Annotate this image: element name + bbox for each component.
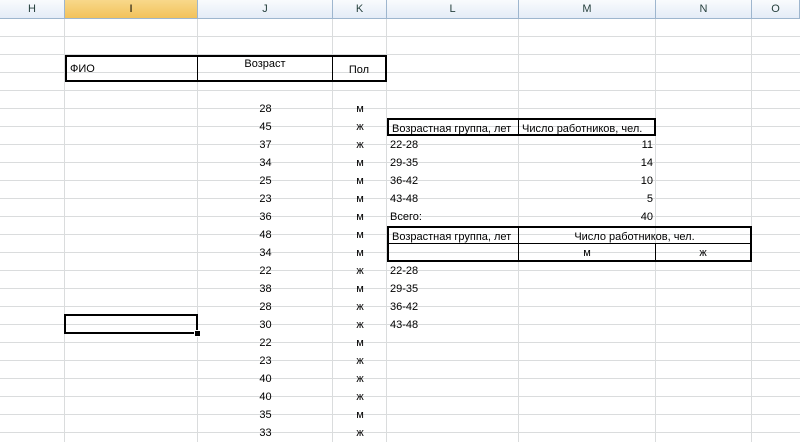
summary-header-count[interactable]: Число работников, чел. [519,118,656,136]
column-header-o[interactable]: O [752,0,800,19]
summary-total-value[interactable]: 40 [519,208,656,226]
summary-header-group[interactable]: Возрастная группа, лет [387,118,519,136]
age-value[interactable]: 23 [198,190,333,208]
age-value[interactable]: 28 [198,100,333,118]
sex-value[interactable]: м [333,208,387,226]
age-value[interactable]: 36 [198,208,333,226]
column-header-m[interactable]: M [519,0,656,19]
gender-group[interactable]: 43-48 [387,316,519,334]
sex-value[interactable]: м [333,244,387,262]
gender-group[interactable]: 36-42 [387,298,519,316]
summary-group[interactable]: 36-42 [387,172,519,190]
age-value[interactable]: 28 [198,298,333,316]
grid-row-line [0,36,800,37]
age-value[interactable]: 40 [198,388,333,406]
age-value[interactable]: 34 [198,244,333,262]
sex-value[interactable]: ж [333,352,387,370]
column-header-k[interactable]: K [333,0,387,19]
age-value[interactable]: 34 [198,154,333,172]
gender-header-count[interactable]: Число работников, чел. [519,226,752,244]
age-value[interactable]: 33 [198,424,333,442]
summary-count[interactable]: 10 [519,172,656,190]
sex-value[interactable]: ж [333,136,387,154]
gender-header-female[interactable]: ж [656,244,752,262]
column-header-n[interactable]: N [656,0,752,19]
sex-value[interactable]: ж [333,388,387,406]
grid-row-line [0,396,800,397]
sex-value[interactable]: ж [333,424,387,442]
age-value[interactable]: 45 [198,118,333,136]
sex-value[interactable]: ж [333,262,387,280]
sex-value[interactable]: м [333,226,387,244]
summary-group[interactable]: 22-28 [387,136,519,154]
grid-row-line [0,360,800,361]
header-sex[interactable]: Пол [333,55,387,82]
age-value[interactable]: 22 [198,262,333,280]
gender-header-group[interactable]: Возрастная группа, лет [387,226,519,244]
summary-count[interactable]: 14 [519,154,656,172]
column-header-i[interactable]: I [65,0,198,19]
age-value[interactable]: 37 [198,136,333,154]
sex-value[interactable]: м [333,154,387,172]
age-value[interactable]: 35 [198,406,333,424]
sex-value[interactable]: ж [333,370,387,388]
sex-value[interactable]: м [333,172,387,190]
gender-header-male[interactable]: м [519,244,656,262]
age-value[interactable]: 22 [198,334,333,352]
sex-value[interactable]: м [333,280,387,298]
summary-group[interactable]: 29-35 [387,154,519,172]
summary-count[interactable]: 11 [519,136,656,154]
summary-total-label[interactable]: Всего: [387,208,519,226]
sex-value[interactable]: ж [333,298,387,316]
age-value[interactable]: 40 [198,370,333,388]
grid-row-line [0,90,800,91]
age-value[interactable]: 48 [198,226,333,244]
column-header-j[interactable]: J [198,0,333,19]
grid-row-line [0,378,800,379]
active-cell-selection[interactable] [64,314,198,334]
sex-value[interactable]: м [333,190,387,208]
summary-count[interactable]: 5 [519,190,656,208]
gender-group[interactable]: 29-35 [387,280,519,298]
sex-value[interactable]: ж [333,118,387,136]
column-header-l[interactable]: L [387,0,519,19]
sex-value[interactable]: м [333,100,387,118]
gender-group[interactable]: 22-28 [387,262,519,280]
spreadsheet-grid[interactable]: HIJKLMNO ФИО Возраст Пол 28 м 45 ж 37 ж 34 м 25 м 23 м… [0,0,800,442]
age-value[interactable]: 38 [198,280,333,298]
grid-row-line [0,432,800,433]
grid-row-line [0,414,800,415]
sex-value[interactable]: м [333,334,387,352]
sex-value[interactable]: м [333,406,387,424]
age-value[interactable]: 25 [198,172,333,190]
age-value[interactable]: 30 [198,316,333,334]
age-value[interactable]: 23 [198,352,333,370]
summary-group[interactable]: 43-48 [387,190,519,208]
sex-value[interactable]: ж [333,316,387,334]
grid-row-line [0,108,800,109]
column-header-h[interactable]: H [0,0,65,19]
fill-handle[interactable] [194,330,201,337]
header-fio[interactable]: ФИО [65,55,198,82]
grid-row-line [0,342,800,343]
header-age[interactable]: Возраст [198,55,333,82]
gender-header-blank[interactable] [387,244,519,262]
